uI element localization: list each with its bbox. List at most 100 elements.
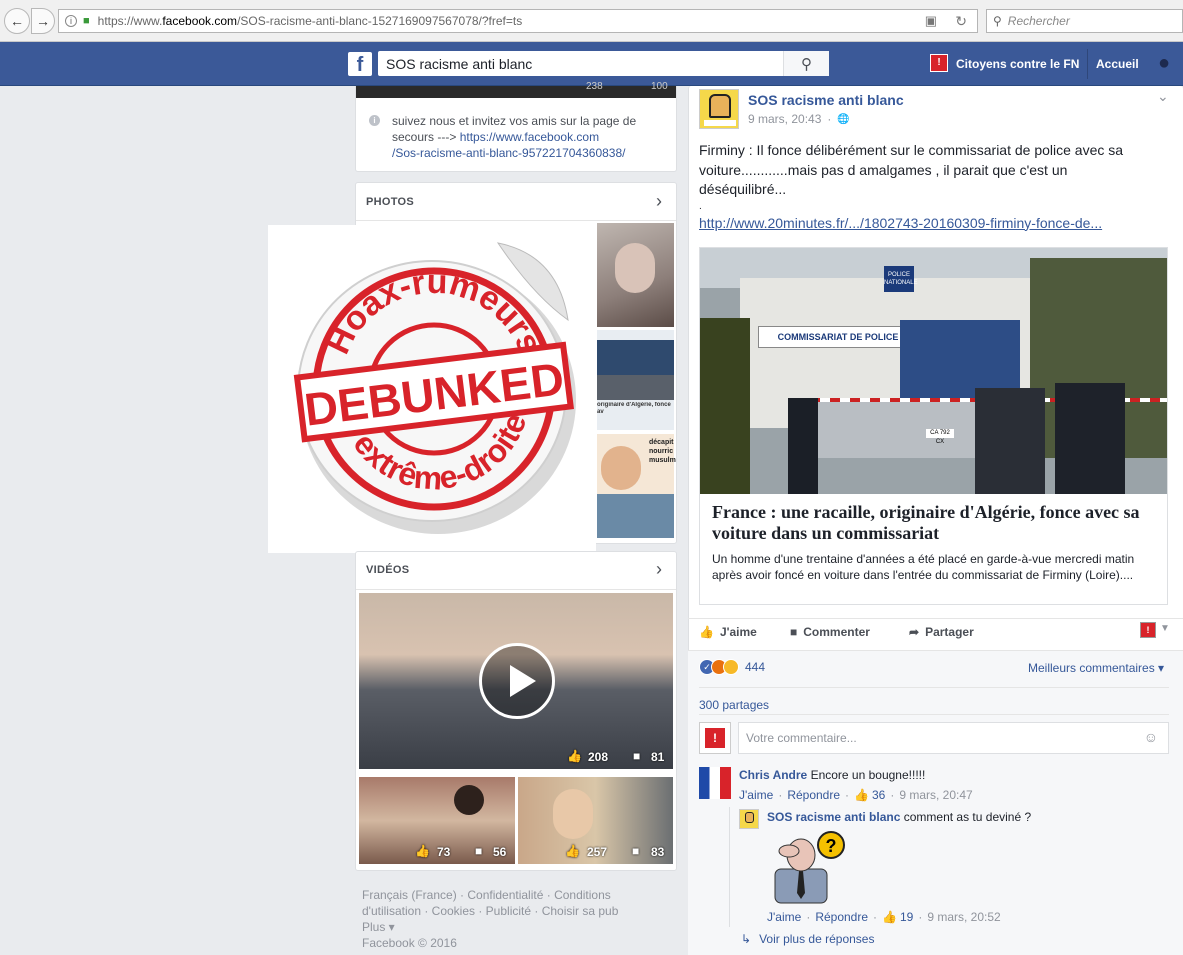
- photo-child-face: [601, 446, 641, 490]
- like-button[interactable]: 👍 J'aime: [699, 625, 757, 639]
- reply-time[interactable]: 9 mars, 20:52: [927, 910, 1000, 924]
- video-person: [553, 789, 593, 839]
- browser-search-placeholder: Rechercher: [1007, 14, 1070, 28]
- info-icon[interactable]: i: [65, 15, 77, 27]
- reply-thread-line: [729, 807, 730, 927]
- header-divider: [1087, 49, 1088, 79]
- friends-icon[interactable]: ●: [1158, 52, 1183, 74]
- more-replies-link[interactable]: ↳ Voir plus de réponses: [741, 932, 874, 946]
- thinking-man-sticker-icon: ?: [774, 831, 845, 904]
- post-time[interactable]: 9 mars, 20:43: [748, 112, 821, 126]
- url-bar[interactable]: i ■ https://www. facebook.com/SOS-racisme…: [58, 9, 978, 33]
- reply-body: SOS racisme anti blanc comment as tu dev…: [767, 810, 1031, 824]
- video-thumb[interactable]: 👍 257 ■ 83: [518, 777, 673, 864]
- photo-thumb[interactable]: [597, 223, 674, 327]
- photo-crowd: [597, 375, 674, 400]
- comment-reply-link[interactable]: Répondre: [787, 788, 840, 802]
- haha-reaction-icon: [723, 659, 739, 675]
- browser-search[interactable]: ⚲ Rechercher: [986, 9, 1183, 33]
- chevron-down-icon[interactable]: ⌄: [1157, 88, 1169, 105]
- footer-copyright: Facebook © 2016: [362, 936, 457, 950]
- comment-time[interactable]: 9 mars, 20:47: [899, 788, 972, 802]
- photo-caption: originaire d'Algérie, fonce av: [597, 402, 671, 415]
- post-page-name[interactable]: SOS racisme anti blanc: [748, 92, 904, 108]
- comment-icon: ■: [790, 625, 798, 639]
- share-button[interactable]: ➦ Partager: [909, 625, 974, 639]
- videos-card: VIDÉOS › 👍 208 ■ 81 👍 73 ■ 56 👍 257 ■ 83: [355, 551, 677, 871]
- emoji-icon[interactable]: ☺: [1144, 729, 1158, 745]
- caret-down-icon[interactable]: ▼: [1160, 623, 1170, 634]
- search-icon[interactable]: ⚲: [783, 51, 829, 76]
- best-comments-dropdown[interactable]: Meilleurs commentaires ▾: [1028, 661, 1164, 675]
- reactions-summary[interactable]: ✓ 444: [699, 659, 765, 675]
- video-likes: 257: [587, 845, 608, 859]
- comment-input[interactable]: Votre commentaire... ☺: [738, 722, 1169, 754]
- comment-actions: J'aime · Répondre · 👍 36 · 9 mars, 20:47: [739, 788, 973, 802]
- actor-selector-avatar[interactable]: !: [1140, 622, 1156, 638]
- comment-label: Commenter: [803, 625, 870, 639]
- reply-author[interactable]: SOS racisme anti blanc: [767, 810, 900, 824]
- video-main-thumb[interactable]: 👍 208 ■ 81: [359, 593, 673, 769]
- home-link[interactable]: Accueil: [1096, 57, 1139, 71]
- reply-actions: J'aime · Répondre · 👍 19 · 9 mars, 20:52: [767, 910, 1001, 924]
- comment-body: Chris Andre Encore un bougne!!!!!: [739, 768, 925, 782]
- videos-title[interactable]: VIDÉOS: [366, 564, 409, 576]
- composer-avatar: !: [699, 722, 731, 754]
- footer-links-2[interactable]: d'utilisation · Cookies · Publicité · Ch…: [362, 903, 677, 919]
- divider: [699, 714, 1169, 715]
- photo-caption: nourric: [649, 448, 674, 455]
- reader-view-icon[interactable]: ▣: [925, 13, 937, 29]
- footer-links-1[interactable]: Français (France) · Confidentialité · Co…: [362, 887, 677, 903]
- chevron-right-icon[interactable]: ›: [656, 559, 662, 580]
- profile-avatar[interactable]: !: [930, 54, 948, 72]
- post-link[interactable]: http://www.20minutes.fr/.../1802743-2016…: [699, 215, 1102, 231]
- about-video-strip: 238 100: [356, 81, 676, 98]
- reply-like-count[interactable]: 👍 19: [882, 910, 913, 924]
- shares-count[interactable]: 300 partages: [699, 698, 769, 712]
- url-domain: facebook.com: [162, 14, 238, 28]
- video-comments: 83: [651, 845, 665, 859]
- fire-extinguisher-icon: !: [705, 728, 725, 748]
- article-preview[interactable]: COMMISSARIAT DE POLICE POLICE NATIONALE C…: [699, 247, 1168, 605]
- photo-thumb[interactable]: décapit nourric musulm: [597, 434, 676, 538]
- globe-icon: 🌐: [837, 113, 850, 125]
- profile-name-link[interactable]: Citoyens contre le FN: [956, 57, 1079, 71]
- photo-child-body: [597, 494, 674, 538]
- facebook-search-input[interactable]: SOS racisme anti blanc ⚲: [378, 51, 829, 76]
- page-avatar[interactable]: [699, 89, 739, 129]
- chevron-right-icon[interactable]: ›: [656, 191, 662, 212]
- reply-reply-link[interactable]: Répondre: [815, 910, 868, 924]
- comment-button[interactable]: ■ Commenter: [790, 625, 870, 639]
- about-link-path[interactable]: /Sos-racisme-anti-blanc-957221704360838/: [392, 146, 625, 160]
- comment-author[interactable]: Chris Andre: [739, 768, 807, 782]
- photo-thumb[interactable]: originaire d'Algérie, fonce av: [597, 330, 674, 430]
- article-title[interactable]: France : une racaille, originaire d'Algé…: [712, 502, 1160, 544]
- facebook-logo-icon[interactable]: f: [348, 52, 372, 76]
- img-officer: [975, 388, 1045, 494]
- photo-face: [615, 243, 655, 293]
- video-comments: 81: [651, 750, 665, 764]
- reply-avatar[interactable]: [739, 809, 759, 829]
- avatar-banner: [704, 120, 736, 126]
- img-police-plaque: POLICE NATIONALE: [884, 266, 918, 292]
- share-label: Partager: [925, 625, 974, 639]
- commenter-avatar[interactable]: [699, 767, 731, 799]
- img-officer: [788, 398, 818, 494]
- top-comments-count: 100: [651, 81, 668, 92]
- footer-more-link[interactable]: Plus: [362, 920, 385, 934]
- comment-like-link[interactable]: J'aime: [739, 788, 773, 802]
- video-thumb[interactable]: 👍 73 ■ 56: [359, 777, 515, 864]
- like-label: J'aime: [719, 625, 757, 639]
- img-car: [810, 398, 990, 458]
- reactions-count[interactable]: 444: [745, 660, 765, 674]
- about-text: suivez nous et invitez vos amis sur la p…: [392, 113, 672, 161]
- back-arrow-icon[interactable]: ←: [4, 8, 30, 34]
- reload-icon[interactable]: ↻: [955, 13, 967, 30]
- play-button-icon[interactable]: [479, 643, 555, 719]
- about-link[interactable]: https://www.facebook.com: [460, 130, 599, 144]
- post-text-line: Firminy : Il fonce délibérément sur le c…: [699, 142, 1124, 158]
- reply-like-link[interactable]: J'aime: [767, 910, 801, 924]
- video-person: [454, 785, 484, 815]
- photos-title[interactable]: PHOTOS: [366, 196, 414, 208]
- comment-like-count[interactable]: 👍 36: [854, 788, 885, 802]
